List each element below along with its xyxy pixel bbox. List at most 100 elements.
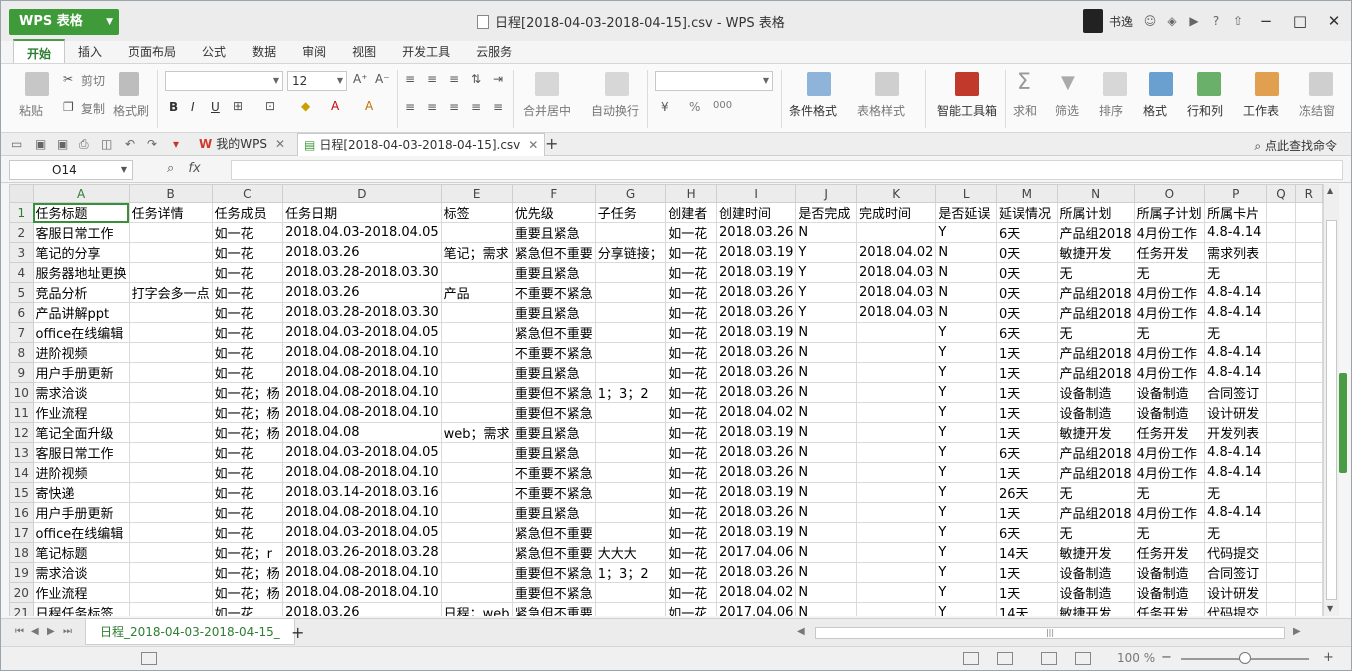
cell[interactable]: 如一花 <box>665 362 717 383</box>
cell[interactable]: office在线编辑 <box>32 522 130 543</box>
row-header[interactable]: 16 <box>9 502 34 523</box>
cell[interactable] <box>440 382 513 403</box>
cell[interactable]: 4月份工作 <box>1133 302 1206 323</box>
help-icon[interactable]: ? <box>1205 14 1227 28</box>
cell[interactable] <box>440 562 513 583</box>
cell[interactable] <box>128 262 213 283</box>
cell[interactable]: 2018.04.03 <box>855 262 937 283</box>
cell[interactable] <box>128 422 213 443</box>
cell[interactable]: N <box>795 542 857 563</box>
tab-page-layout[interactable]: 页面布局 <box>115 39 189 63</box>
cell[interactable]: 产品组2018 <box>1056 282 1135 303</box>
minimize-button[interactable]: − <box>1249 12 1283 30</box>
cell[interactable] <box>1266 242 1296 263</box>
cell[interactable]: 2018.04.03-2018.04.05 <box>282 442 442 463</box>
font-size-select[interactable]: 12 ▼ <box>287 71 347 91</box>
cell[interactable]: 如一花 <box>211 602 284 616</box>
cell[interactable]: 2018.03.28-2018.03.30 <box>282 262 442 283</box>
cell[interactable]: N <box>795 322 857 343</box>
tab-review[interactable]: 审阅 <box>289 39 339 63</box>
cell[interactable]: 1天 <box>995 382 1058 403</box>
cell[interactable]: 无 <box>1056 482 1135 503</box>
cell[interactable]: 任务详情 <box>128 202 213 223</box>
cell[interactable]: N <box>795 442 857 463</box>
cell[interactable]: 2018.04.08-2018.04.10 <box>282 502 442 523</box>
table-style-button[interactable]: 表格样式 <box>857 102 905 119</box>
cell[interactable] <box>128 502 213 523</box>
cell[interactable] <box>1294 602 1323 616</box>
cell[interactable] <box>594 422 667 443</box>
cell[interactable] <box>1294 422 1323 443</box>
cell[interactable] <box>128 402 213 423</box>
cell[interactable] <box>855 522 937 543</box>
cell[interactable]: 0天 <box>995 302 1058 323</box>
cell[interactable]: 1；3；2 <box>594 382 667 403</box>
row-header[interactable]: 9 <box>9 362 34 383</box>
cell[interactable]: 设计研发 <box>1204 582 1268 603</box>
column-header[interactable]: P <box>1204 184 1268 203</box>
row-header[interactable]: 3 <box>9 242 34 263</box>
column-header[interactable]: N <box>1056 184 1135 203</box>
row-header[interactable]: 21 <box>9 602 34 616</box>
cell[interactable]: 代码提交 <box>1204 542 1268 563</box>
column-header[interactable]: Q <box>1266 184 1296 203</box>
cell[interactable]: Y <box>935 502 997 523</box>
cell[interactable] <box>594 442 667 463</box>
cell[interactable] <box>128 462 213 483</box>
filter-button[interactable]: 筛选 <box>1055 102 1079 119</box>
cell[interactable] <box>1266 262 1296 283</box>
cell[interactable]: 2018.03.19 <box>715 262 797 283</box>
find-command[interactable]: ⌕ 点此查找命令 <box>1254 137 1337 154</box>
cell[interactable]: 2018.04.02 <box>855 242 937 263</box>
cell[interactable]: 4月份工作 <box>1133 442 1206 463</box>
cell[interactable]: 创建者 <box>665 202 717 223</box>
cell[interactable]: Y <box>795 302 857 323</box>
cell[interactable]: 2018.03.26 <box>715 442 797 463</box>
full-screen-icon[interactable] <box>1075 652 1091 665</box>
cell[interactable]: 无 <box>1204 262 1268 283</box>
cell[interactable]: 客服日常工作 <box>32 222 130 243</box>
cell[interactable]: 6天 <box>995 522 1058 543</box>
cell[interactable]: 如一花 <box>665 462 717 483</box>
cell[interactable]: 产品 <box>440 282 513 303</box>
cell[interactable]: 2018.03.26 <box>715 362 797 383</box>
cell[interactable]: 如一花 <box>665 602 717 616</box>
cell[interactable] <box>1294 382 1323 403</box>
cell[interactable] <box>855 602 937 616</box>
zoom-level[interactable]: 100 % <box>1117 651 1155 665</box>
cell[interactable] <box>855 462 937 483</box>
zoom-icon[interactable]: ⌕ <box>167 161 174 176</box>
new-tab-button[interactable]: + <box>545 134 558 153</box>
sheet-table[interactable]: ABCDEFGHIJKLMNOPQR 1 任务标题 任务详情 任务成员 任务日期 标签 优先… <box>9 184 1323 616</box>
cell[interactable] <box>855 382 937 403</box>
cell[interactable]: 任务日期 <box>282 202 442 223</box>
cell[interactable]: 敏捷开发 <box>1056 602 1135 616</box>
cell[interactable]: 2018.03.28-2018.03.30 <box>282 302 442 323</box>
cell[interactable]: Y <box>935 522 997 543</box>
cell[interactable]: 代码提交 <box>1204 602 1268 616</box>
cell[interactable]: 如一花 <box>211 282 284 303</box>
cell[interactable]: 4.8-4.14 <box>1204 442 1268 463</box>
cell[interactable]: 如一花；杨 <box>211 582 284 603</box>
currency-icon[interactable]: ¥ <box>661 100 669 114</box>
cell[interactable] <box>128 302 213 323</box>
cell[interactable] <box>1266 222 1296 243</box>
row-header[interactable]: 20 <box>9 582 34 603</box>
cell[interactable] <box>594 262 667 283</box>
cell[interactable] <box>855 562 937 583</box>
cell[interactable]: 所属子计划 <box>1133 202 1206 223</box>
cell[interactable]: 2018.03.26 <box>715 282 797 303</box>
cell[interactable] <box>128 362 213 383</box>
freeze-icon[interactable] <box>1309 72 1333 96</box>
cell[interactable]: 分享链接； <box>594 242 667 263</box>
cell[interactable] <box>1266 582 1296 603</box>
cell[interactable]: 延误情况 <box>995 202 1058 223</box>
cell[interactable]: office在线编辑 <box>32 322 130 343</box>
row-header[interactable]: 5 <box>9 282 34 303</box>
cell[interactable] <box>1294 242 1323 263</box>
cell[interactable]: 4月份工作 <box>1133 342 1206 363</box>
align-bottom-icon[interactable]: ≡ <box>449 72 459 86</box>
cell[interactable] <box>1294 482 1323 503</box>
cell[interactable]: 是否完成 <box>795 202 857 223</box>
cell[interactable]: N <box>795 582 857 603</box>
